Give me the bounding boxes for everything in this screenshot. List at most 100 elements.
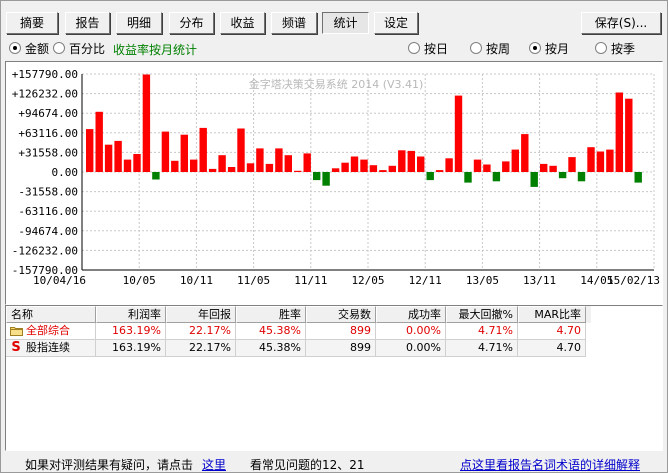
x-tick-label: 11/05 (237, 274, 270, 287)
tab-summary[interactable]: 摘要 (6, 12, 58, 34)
column-header-annual-return[interactable]: 年回报 (166, 306, 236, 323)
bar-negative (313, 172, 321, 181)
footer-prefix: 如果对评测结果有疑问，请点击 (25, 458, 194, 472)
save-button[interactable]: 保存(S)... (581, 12, 661, 34)
tab-statistics[interactable]: 统计 (322, 12, 369, 34)
bar-positive (199, 127, 207, 172)
tab-income[interactable]: 收益 (220, 12, 265, 34)
bar-positive (388, 165, 396, 172)
bar-positive (360, 159, 368, 172)
bar-positive (379, 170, 387, 172)
statistics-window: 摘要 报告 明细 分布 收益 频谱 统计 设定 保存(S)... 金额 百分比 … (0, 0, 668, 473)
bar-positive (161, 131, 170, 172)
y-tick-label: 0.00 (52, 166, 79, 179)
bar-positive (407, 150, 415, 172)
table-row[interactable]: S 股指连续 163.19% 22.17% 45.38% 899 0.00% 4… (6, 340, 586, 357)
bar-negative (322, 172, 330, 186)
folder-icon (10, 327, 23, 336)
bar-positive (398, 150, 406, 172)
radio-by-day[interactable]: 按日 (408, 41, 448, 56)
cell-max-drawdown: 4.71% (446, 323, 518, 340)
bar-positive (454, 95, 463, 172)
tab-spectrum[interactable]: 频谱 (271, 12, 317, 34)
y-tick-label: +94674.00 (18, 107, 78, 120)
column-header-win-rate[interactable]: 胜率 (236, 306, 306, 323)
column-header-trades[interactable]: 交易数 (306, 306, 376, 323)
bar-positive (246, 163, 255, 172)
radio-percent[interactable]: 百分比 (53, 41, 105, 56)
column-header-max-drawdown[interactable]: 最大回撤% (446, 306, 518, 323)
table-row[interactable]: 全部综合 163.19% 22.17% 45.38% 899 0.00% 4.7… (6, 323, 586, 340)
x-tick-label: 12/05 (351, 274, 384, 287)
bar-positive (369, 165, 378, 172)
footer-here-link[interactable]: 这里 (202, 456, 226, 473)
bar-positive (483, 164, 491, 172)
row-name-cell: 全部综合 (6, 323, 96, 340)
bar-positive (341, 162, 349, 172)
y-tick-label: +126232.00 (12, 88, 78, 101)
bar-positive (208, 168, 217, 172)
column-header-name[interactable]: 名称 (6, 306, 96, 323)
column-header-profit-rate[interactable]: 利润率 (96, 306, 166, 323)
bar-negative (152, 172, 160, 180)
footer-glossary-link[interactable]: 点这里看报告名词术语的详细解释 (460, 456, 640, 473)
x-tick-label: 12/11 (409, 274, 442, 287)
radio-by-quarter-label: 按季 (611, 41, 636, 56)
bar-positive (218, 155, 226, 172)
bar-positive (615, 92, 623, 172)
bar-positive (587, 147, 595, 172)
bar-positive (350, 156, 359, 172)
bar-negative (492, 172, 501, 182)
tab-distribution[interactable]: 分布 (169, 12, 214, 34)
bar-positive (133, 154, 141, 172)
column-header-success-rate[interactable]: 成功率 (376, 306, 446, 323)
cell-mar-ratio: 4.70 (518, 340, 586, 357)
tab-report[interactable]: 报告 (65, 12, 110, 34)
bar-negative (464, 172, 472, 183)
footer-faq-text: 看常见问题的12、21 (250, 458, 365, 472)
monthly-return-chart: +157790.00 +126232.00 +94674.00 +63116.00 +3… (5, 61, 663, 305)
column-header-mar-ratio[interactable]: MAR比率 (518, 306, 586, 323)
bar-negative (530, 172, 538, 187)
bar-positive (256, 148, 264, 172)
y-tick-label: +31558.00 (18, 146, 78, 159)
cell-success-rate: 0.00% (376, 323, 446, 340)
bar-negative (577, 172, 586, 182)
bar-positive (502, 161, 510, 172)
bar-positive (473, 159, 482, 172)
radio-amount[interactable]: 金额 (9, 41, 50, 56)
y-tick-label: +63116.00 (18, 127, 78, 140)
cell-max-drawdown: 4.71% (446, 340, 518, 357)
radio-by-month[interactable]: 按月 (529, 41, 570, 56)
radio-by-week-label: 按周 (486, 41, 511, 56)
x-tick-label: 10/05 (123, 274, 156, 287)
radio-amount-label: 金额 (25, 41, 50, 56)
bar-positive (596, 151, 605, 172)
radio-by-week[interactable]: 按周 (470, 41, 511, 56)
bar-positive (180, 134, 188, 172)
x-tick-label: 13/11 (523, 274, 556, 287)
bar-negative (558, 172, 567, 179)
statistics-table: 名称 利润率 年回报 胜率 交易数 成功率 最大回撤% MAR比率 全部综合 1… (5, 305, 663, 451)
radio-by-quarter[interactable]: 按季 (595, 41, 636, 56)
tab-detail[interactable]: 明细 (116, 12, 162, 34)
bar-positive (190, 159, 198, 172)
cell-mar-ratio: 4.70 (518, 323, 586, 340)
radio-unchecked-icon (595, 42, 607, 54)
bar-positive (275, 148, 283, 172)
bar-positive (237, 128, 245, 172)
row-name-text: 全部综合 (26, 324, 70, 337)
tab-settings[interactable]: 设定 (374, 12, 418, 34)
bar-positive (625, 98, 633, 172)
x-tick-label: 10/04/16 (33, 274, 86, 287)
y-tick-label: -31558.00 (18, 186, 78, 199)
bar-positive (445, 158, 453, 172)
radio-by-month-label: 按月 (545, 41, 570, 56)
bar-positive (142, 74, 151, 172)
bar-positive (540, 163, 548, 172)
cell-trades: 899 (306, 323, 376, 340)
bar-positive (521, 134, 529, 172)
radio-unchecked-icon (53, 42, 65, 54)
y-tick-label: -94674.00 (18, 225, 78, 238)
radio-unchecked-icon (408, 42, 420, 54)
